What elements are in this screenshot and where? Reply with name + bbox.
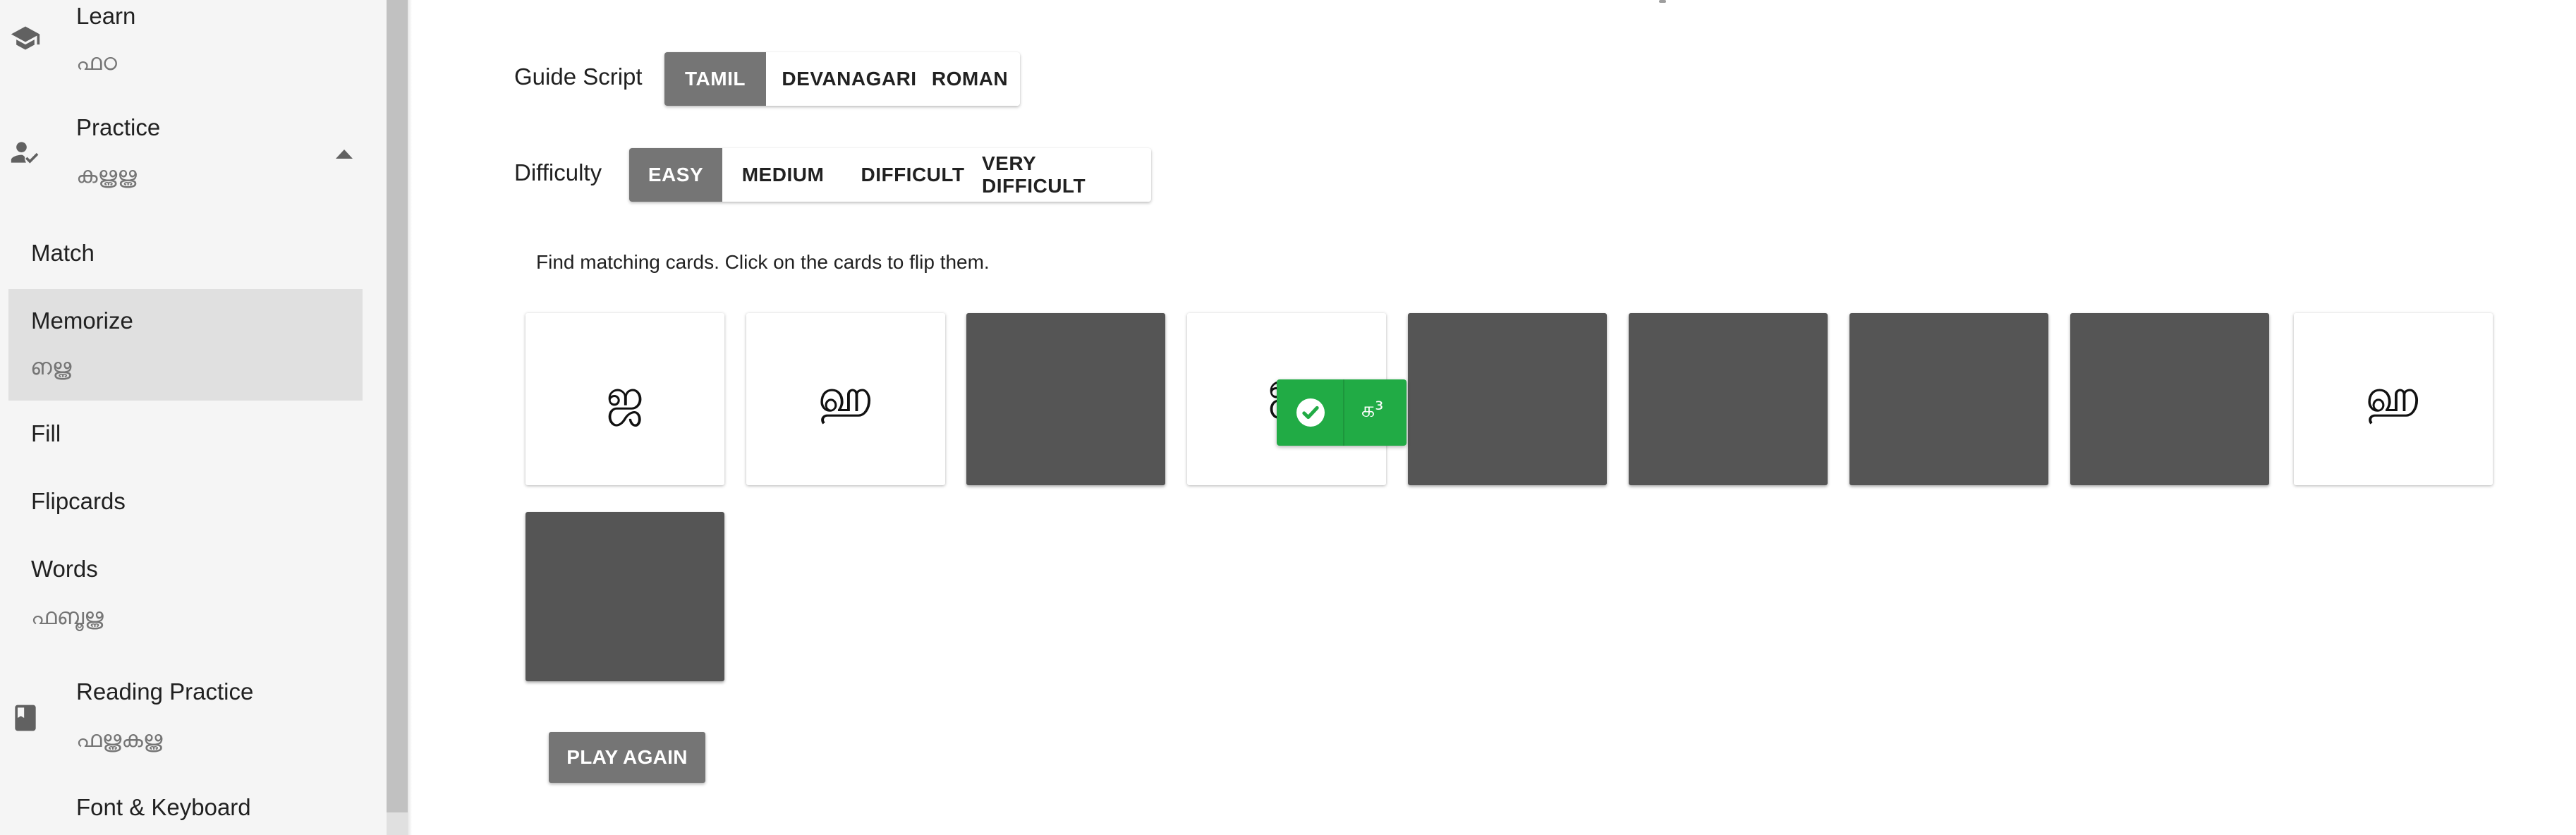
toast-divider	[1343, 379, 1344, 446]
book-icon	[15, 705, 36, 731]
guide-script-devanagari-button[interactable]: DEVANAGARI	[766, 52, 932, 106]
sidebar-item-sublabel: കൠൠ	[76, 162, 137, 188]
check-circle-icon	[1296, 398, 1325, 427]
guide-script-toggle: TAMIL DEVANAGARI ROMAN	[664, 52, 1020, 106]
toast-text: க³	[1361, 398, 1384, 422]
match-toast: க³	[1277, 379, 1407, 446]
guide-script-label: Guide Script	[514, 63, 643, 90]
sidebar-item-label: Practice	[76, 114, 161, 140]
memory-card[interactable]	[1408, 313, 1607, 485]
sidebar-item-sublabel: ഩൠ	[31, 354, 72, 379]
memory-card[interactable]: ஹ	[746, 313, 945, 485]
guide-script-tamil-button[interactable]: TAMIL	[664, 52, 766, 106]
difficulty-toggle: EASY MEDIUM DIFFICULT VERY DIFFICULT	[629, 148, 1151, 202]
sidebar-item-learn[interactable]: Learn ഫഠ	[0, 0, 387, 92]
sidebar-item-practice[interactable]: Practice കൠൠ	[0, 106, 387, 205]
sidebar: Learn ഫഠ Practice കൠൠ Match Memorize ഩൠ …	[0, 0, 387, 835]
difficulty-very-difficult-button[interactable]: VERY DIFFICULT	[982, 148, 1151, 202]
sidebar-item-label: Match	[31, 240, 95, 266]
sidebar-item-reading-practice[interactable]: Reading Practice ഫൠകൠ	[0, 670, 387, 769]
sidebar-item-match[interactable]: Match	[8, 223, 363, 286]
sidebar-item-sublabel: ഫൠകൠ	[76, 726, 163, 752]
memory-card[interactable]	[1849, 313, 2048, 485]
play-again-button[interactable]: PLAY AGAIN	[549, 732, 705, 783]
sidebar-item-label: Learn	[76, 3, 136, 29]
sidebar-item-words[interactable]: Words ഫബൂൠ	[8, 544, 363, 650]
graduation-cap-icon	[11, 26, 40, 50]
top-edge-mark	[1659, 0, 1666, 3]
sidebar-item-flipcards[interactable]: Flipcards	[8, 477, 363, 530]
difficulty-label: Difficulty	[514, 159, 602, 185]
sidebar-item-label: Memorize	[31, 307, 133, 334]
game-instructions: Find matching cards. Click on the cards …	[536, 251, 990, 273]
person-check-icon	[11, 142, 39, 164]
sidebar-item-sublabel: ഫഠ	[76, 49, 117, 75]
memory-card[interactable]	[1629, 313, 1828, 485]
sidebar-divider	[408, 0, 412, 835]
sidebar-item-memorize[interactable]: Memorize ഩൠ	[8, 289, 363, 401]
sidebar-item-label: Words	[31, 556, 98, 582]
sidebar-item-label: Font & Keyboard	[76, 794, 251, 820]
memory-card[interactable]	[525, 512, 724, 681]
sidebar-item-label: Fill	[31, 420, 61, 446]
sidebar-item-sublabel: ഫബൂൠ	[31, 604, 104, 629]
guide-script-roman-button[interactable]: ROMAN	[932, 52, 1020, 106]
sidebar-scrollbar-thumb[interactable]	[387, 0, 408, 812]
difficulty-medium-button[interactable]: MEDIUM	[722, 148, 844, 202]
sidebar-item-font-keyboard[interactable]: Font & Keyboard	[0, 790, 387, 835]
memory-card[interactable]	[2070, 313, 2269, 485]
memory-card[interactable]: ஹ	[2294, 313, 2493, 485]
sidebar-item-fill[interactable]: Fill	[8, 409, 363, 463]
memory-card[interactable]	[966, 313, 1165, 485]
difficulty-difficult-button[interactable]: DIFFICULT	[844, 148, 982, 202]
difficulty-easy-button[interactable]: EASY	[629, 148, 722, 202]
memory-card[interactable]: ஜ	[525, 313, 724, 485]
chevron-up-icon[interactable]	[336, 150, 353, 159]
sidebar-item-label: Flipcards	[31, 488, 126, 514]
sidebar-item-label: Reading Practice	[76, 678, 254, 705]
